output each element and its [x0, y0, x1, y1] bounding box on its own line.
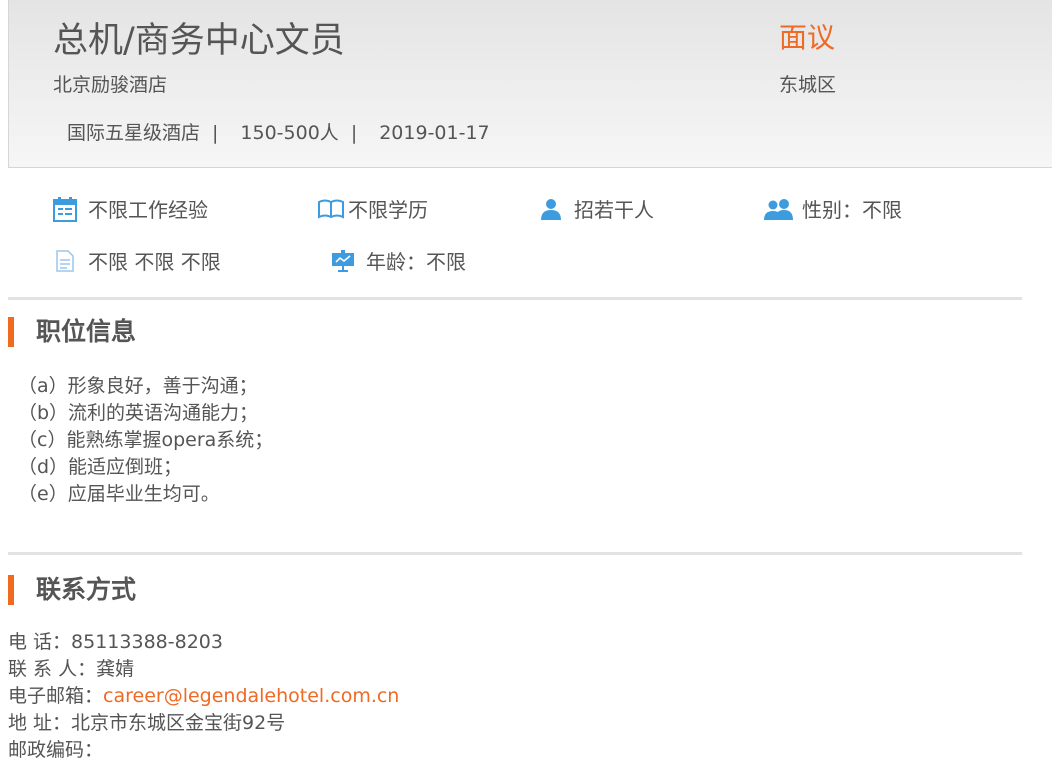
contact-address: 地 址：北京市东城区金宝街92号	[8, 710, 399, 737]
contact-email: 电子邮箱：career@legendalehotel.com.cn	[8, 683, 399, 710]
meta-separator: |	[212, 122, 219, 144]
other-text: 不限 不限 不限	[88, 250, 221, 274]
req-headcount: 招若干人	[538, 194, 654, 223]
divider	[8, 552, 1022, 555]
education-text: 不限学历	[348, 198, 428, 222]
email-link[interactable]: career@legendalehotel.com.cn	[103, 685, 399, 707]
company-name[interactable]: 北京励骏酒店	[53, 70, 167, 97]
book-icon	[318, 196, 344, 222]
duty-item: （a）形象良好，善于沟通；	[18, 375, 258, 397]
salary: 面议	[779, 21, 836, 54]
duty-item: （e）应届毕业生均可。	[18, 483, 220, 505]
req-experience: 不限工作经验	[52, 194, 208, 223]
document-icon	[52, 248, 78, 274]
phone-label: 电 话：	[8, 631, 72, 653]
address-value: 北京市东城区金宝街92号	[71, 712, 286, 734]
person-icon	[538, 196, 564, 222]
post-date: 2019-01-17	[379, 122, 490, 144]
contact-person: 联 系 人：龚婧	[8, 656, 399, 683]
headcount-text: 招若干人	[574, 198, 654, 222]
email-label: 电子邮箱：	[8, 685, 104, 707]
address-label: 地 址：	[8, 712, 72, 734]
age-text: 年龄：不限	[366, 250, 466, 274]
person-value: 龚婧	[96, 658, 135, 680]
company-type: 国际五星级酒店	[67, 122, 201, 144]
phone-value: 85113388-8203	[71, 631, 223, 653]
meta-separator: |	[350, 122, 358, 144]
contact-section-title: 联系方式	[8, 575, 136, 605]
req-other: 不限 不限 不限	[52, 246, 221, 275]
divider	[8, 297, 1022, 300]
presentation-icon	[330, 248, 356, 274]
experience-text: 不限工作经验	[88, 198, 208, 222]
job-header: 总机/商务中心文员 面议 北京励骏酒店 东城区 国际五星级酒店 | 150-500人…	[8, 0, 1052, 168]
contact-info: 电 话：85113388-8203 联 系 人：龚婧 电子邮箱：career@l…	[8, 629, 399, 764]
req-education: 不限学历	[318, 194, 428, 223]
postcode-label: 邮政编码：	[8, 739, 104, 761]
req-gender: 性别：不限	[764, 194, 902, 223]
position-section-title: 职位信息	[8, 317, 136, 347]
people-icon	[764, 196, 794, 222]
job-title: 总机/商务中心文员	[53, 21, 345, 61]
calendar-icon	[52, 196, 78, 222]
company-meta: 国际五星级酒店 | 150-500人 | 2019-01-17	[67, 118, 490, 145]
district: 东城区	[779, 74, 837, 96]
gender-text: 性别：不限	[802, 198, 902, 222]
duty-item: （d）能适应倒班；	[18, 456, 183, 478]
contact-postcode: 邮政编码：	[8, 737, 399, 764]
company-size: 150-500人	[240, 122, 339, 144]
req-age: 年龄：不限	[330, 246, 466, 275]
contact-phone: 电 话：85113388-8203	[8, 629, 399, 656]
duty-item: （b）流利的英语沟通能力；	[18, 402, 259, 424]
job-duties: （a）形象良好，善于沟通； （b）流利的英语沟通能力； （c）能熟练掌握oper…	[18, 373, 273, 508]
duty-item: （c）能熟练掌握opera系统；	[18, 429, 274, 451]
person-label: 联 系 人：	[8, 658, 97, 680]
